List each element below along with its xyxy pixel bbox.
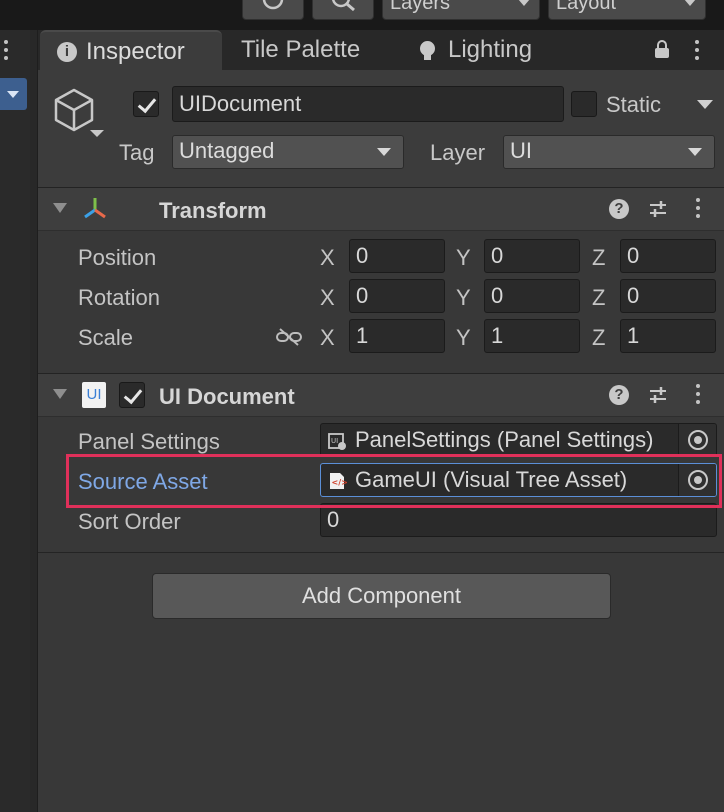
history-icon — [262, 0, 284, 10]
scale-z-input[interactable]: 1 — [620, 319, 716, 353]
source-asset-label: Source Asset — [78, 469, 208, 494]
history-button[interactable] — [242, 0, 304, 20]
layer-label: Layer — [430, 140, 486, 165]
layers-dropdown[interactable]: Layers — [382, 0, 540, 20]
foldout-arrow-icon[interactable] — [53, 203, 67, 213]
svg-text:</>: </> — [332, 478, 348, 487]
chevron-down-icon — [684, 0, 696, 6]
help-icon[interactable]: ? — [609, 199, 629, 219]
lock-icon[interactable] — [655, 40, 669, 58]
tag-dropdown-value: Untagged — [179, 138, 275, 163]
tab-tile-palette[interactable]: Tile Palette — [241, 30, 360, 70]
left-panel-selected-item[interactable] — [0, 78, 27, 110]
scale-y-input[interactable]: 1 — [484, 319, 580, 353]
gameobject-header: UIDocument Static Tag Untagged Layer UI — [38, 70, 724, 188]
transform-icon — [84, 198, 106, 219]
object-name-input[interactable]: UIDocument — [172, 86, 564, 122]
layer-dropdown-value: UI — [510, 138, 532, 163]
transform-body: Position X 0 Y 0 Z 0 Rotation X 0 Y 0 Z … — [38, 231, 724, 374]
expand-arrow-icon — [7, 91, 19, 98]
gameobject-cube-icon[interactable] — [52, 86, 104, 146]
position-y-label: Y — [456, 245, 471, 270]
left-panel-menu-icon[interactable] — [4, 40, 10, 62]
constrain-proportions-icon[interactable] — [276, 327, 302, 347]
static-dropdown-icon[interactable] — [697, 100, 713, 109]
object-picker-icon[interactable] — [678, 424, 716, 456]
sort-order-label: Sort Order — [78, 509, 181, 534]
add-component-button[interactable]: Add Component — [152, 573, 611, 619]
inspector-window: i Inspector Tile Palette Lighting UIDocu… — [37, 30, 724, 812]
layers-dropdown-label: Layers — [390, 0, 451, 14]
position-x-input[interactable]: 0 — [349, 239, 445, 273]
panel-settings-label: Panel Settings — [78, 429, 220, 454]
tab-lighting[interactable]: Lighting — [416, 30, 532, 70]
position-y-input[interactable]: 0 — [484, 239, 580, 273]
active-checkbox[interactable] — [133, 91, 159, 117]
rotation-x-input[interactable]: 0 — [349, 279, 445, 313]
static-checkbox[interactable] — [571, 91, 597, 117]
help-icon[interactable]: ? — [609, 385, 629, 405]
position-x-label: X — [320, 245, 335, 270]
ui-document-enabled-checkbox[interactable] — [119, 382, 145, 408]
scale-x-input[interactable]: 1 — [349, 319, 445, 353]
scale-y-label: Y — [456, 325, 471, 350]
position-z-input[interactable]: 0 — [620, 239, 716, 273]
chevron-down-icon — [688, 148, 702, 156]
panel-settings-field[interactable]: UI PanelSettings (Panel Settings) — [320, 423, 717, 457]
chevron-down-icon — [518, 0, 530, 6]
rotation-y-label: Y — [456, 285, 471, 310]
search-button[interactable] — [312, 0, 374, 20]
visual-tree-asset-icon: </> — [330, 473, 348, 489]
svg-text:UI: UI — [331, 437, 338, 445]
position-label: Position — [78, 245, 157, 270]
ui-document-body: Panel Settings UI PanelSettings (Panel S… — [38, 417, 724, 552]
component-menu-icon[interactable] — [695, 384, 701, 406]
top-toolbar: Layers Layout — [0, 0, 724, 30]
foldout-arrow-icon[interactable] — [53, 389, 67, 399]
rotation-x-label: X — [320, 285, 335, 310]
rotation-label: Rotation — [78, 285, 160, 310]
tab-inspector[interactable]: i Inspector — [40, 30, 222, 70]
rotation-z-label: Z — [592, 285, 606, 310]
panel-settings-asset-icon: UI — [328, 433, 346, 450]
tab-tile-palette-label: Tile Palette — [241, 36, 361, 63]
position-z-label: Z — [592, 245, 606, 270]
scale-label: Scale — [78, 325, 134, 350]
layout-dropdown[interactable]: Layout — [548, 0, 706, 20]
tab-lighting-label: Lighting — [448, 36, 533, 63]
lightbulb-icon — [420, 41, 435, 60]
transform-header[interactable]: Transform ? — [38, 187, 724, 231]
ui-document-title: UI Document — [159, 384, 295, 409]
tab-bar: i Inspector Tile Palette Lighting — [38, 30, 724, 70]
tag-dropdown[interactable]: Untagged — [172, 135, 404, 169]
static-label: Static — [606, 92, 662, 117]
presets-icon[interactable] — [648, 385, 668, 405]
tab-inspector-label: Inspector — [86, 38, 185, 65]
scale-z-label: Z — [592, 325, 606, 350]
source-asset-value: GameUI (Visual Tree Asset) — [355, 467, 628, 492]
sort-order-input[interactable]: 0 — [320, 503, 717, 537]
object-picker-icon[interactable] — [678, 464, 716, 496]
ui-document-icon: UI — [82, 382, 106, 408]
transform-title: Transform — [159, 198, 267, 223]
search-icon — [331, 0, 355, 12]
panel-settings-value: PanelSettings (Panel Settings) — [355, 427, 654, 452]
tag-label: Tag — [119, 140, 155, 165]
component-menu-icon[interactable] — [695, 198, 701, 220]
info-icon: i — [57, 42, 77, 62]
ui-document-header[interactable]: UI UI Document ? — [38, 373, 724, 417]
source-asset-field[interactable]: </> GameUI (Visual Tree Asset) — [320, 463, 717, 497]
presets-icon[interactable] — [648, 199, 668, 219]
layer-dropdown[interactable]: UI — [503, 135, 715, 169]
rotation-z-input[interactable]: 0 — [620, 279, 716, 313]
scale-x-label: X — [320, 325, 335, 350]
chevron-down-icon — [377, 148, 391, 156]
inspector-menu-icon[interactable] — [694, 40, 700, 62]
left-panel — [0, 30, 30, 812]
layout-dropdown-label: Layout — [556, 0, 617, 14]
rotation-y-input[interactable]: 0 — [484, 279, 580, 313]
